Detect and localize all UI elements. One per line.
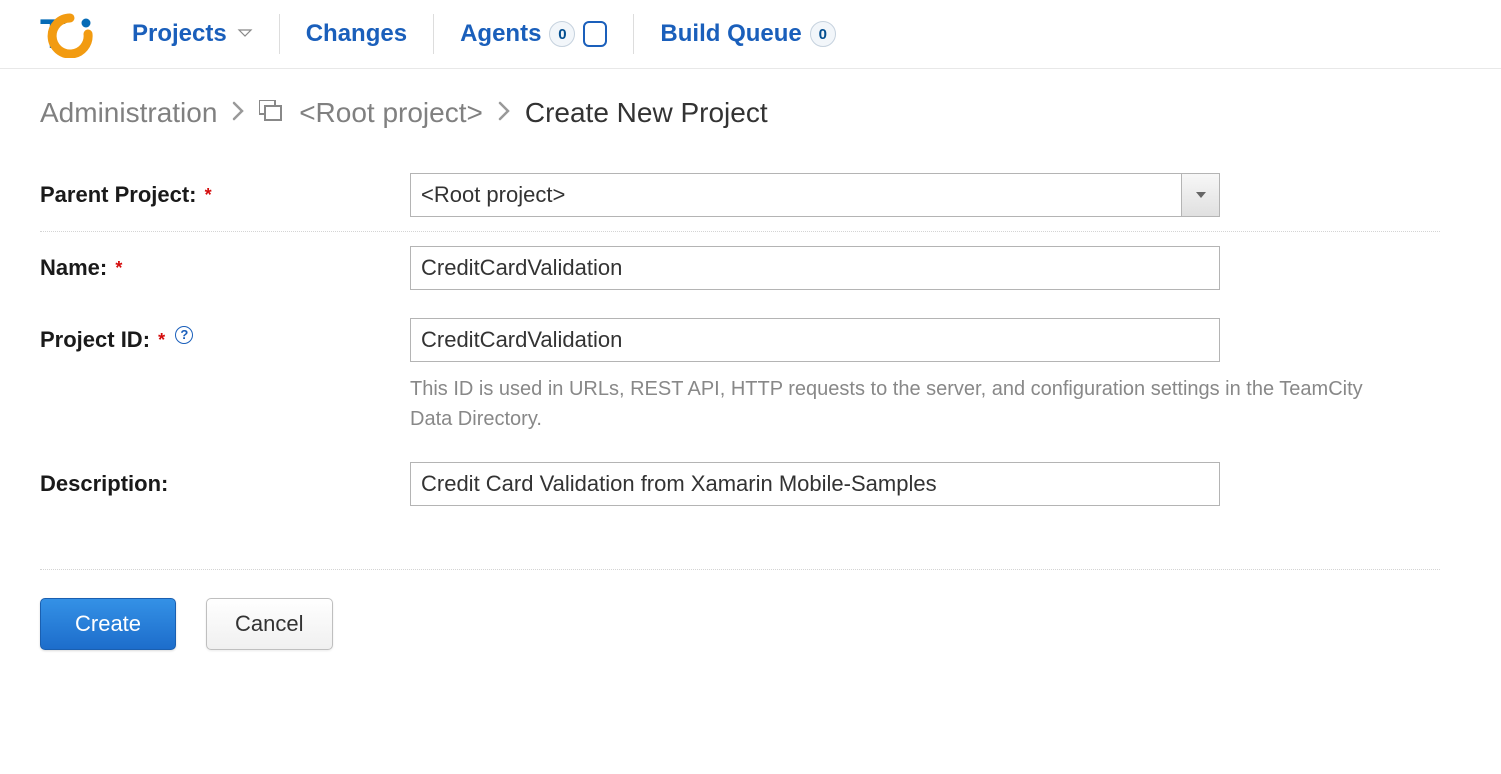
nav-projects-label: Projects (132, 20, 227, 48)
row-parent-project: Parent Project: * <Root project> (40, 159, 1440, 232)
agents-count-badge: 0 (549, 21, 575, 47)
parent-project-value: <Root project> (411, 182, 1181, 208)
cancel-button[interactable]: Cancel (206, 598, 332, 650)
label-project-id-text: Project ID: (40, 327, 150, 352)
breadcrumb: Administration <Root project> Create New… (0, 69, 1501, 159)
row-name: Name: * (40, 232, 1440, 304)
parent-project-select[interactable]: <Root project> (410, 173, 1220, 217)
chevron-down-icon (237, 20, 253, 48)
required-indicator: * (158, 330, 165, 350)
build-queue-count-badge: 0 (810, 21, 836, 47)
breadcrumb-administration[interactable]: Administration (40, 97, 217, 129)
nav-agents-label: Agents (460, 20, 541, 48)
nav-projects[interactable]: Projects (122, 16, 263, 52)
nav-changes-label: Changes (306, 20, 407, 48)
required-indicator: * (205, 185, 212, 205)
form-bottom-divider (40, 520, 1440, 570)
row-description: Description: (40, 448, 1440, 520)
nav-build-queue-label: Build Queue (660, 20, 801, 48)
description-field[interactable] (410, 462, 1220, 506)
nav-separator (279, 14, 280, 54)
nav-agents[interactable]: Agents 0 (450, 16, 617, 52)
breadcrumb-root-project[interactable]: <Root project> (259, 97, 482, 129)
row-project-id: Project ID: * ? This ID is used in URLs,… (40, 304, 1440, 448)
chevron-right-icon (497, 98, 511, 129)
label-description-text: Description: (40, 471, 168, 496)
help-icon[interactable]: ? (175, 326, 193, 344)
project-icon (259, 100, 285, 122)
nav-separator (633, 14, 634, 54)
nav-separator (433, 14, 434, 54)
label-project-id: Project ID: * ? (40, 318, 410, 362)
create-button[interactable]: Create (40, 598, 176, 650)
form-actions: Create Cancel (0, 570, 1501, 678)
top-nav: T Projects Changes Agents 0 Build Queue … (0, 0, 1501, 69)
label-parent-project: Parent Project: * (40, 173, 410, 217)
triangle-down-icon (1195, 191, 1207, 199)
nav-changes[interactable]: Changes (296, 16, 417, 52)
create-project-form: Parent Project: * <Root project> Name: *… (0, 159, 1480, 570)
chevron-right-icon (231, 98, 245, 129)
name-field[interactable] (410, 246, 1220, 290)
breadcrumb-root-project-label: <Root project> (299, 97, 483, 128)
label-parent-project-text: Parent Project: (40, 182, 197, 207)
breadcrumb-current: Create New Project (525, 97, 768, 129)
nav-build-queue[interactable]: Build Queue 0 (650, 16, 845, 52)
label-name: Name: * (40, 246, 410, 290)
teamcity-logo-icon[interactable]: T (40, 10, 94, 58)
label-description: Description: (40, 462, 410, 506)
label-name-text: Name: (40, 255, 107, 280)
project-id-field[interactable] (410, 318, 1220, 362)
agents-secondary-badge (583, 21, 607, 47)
project-id-hint: This ID is used in URLs, REST API, HTTP … (410, 374, 1390, 434)
select-dropdown-button[interactable] (1181, 174, 1219, 216)
required-indicator: * (115, 258, 122, 278)
